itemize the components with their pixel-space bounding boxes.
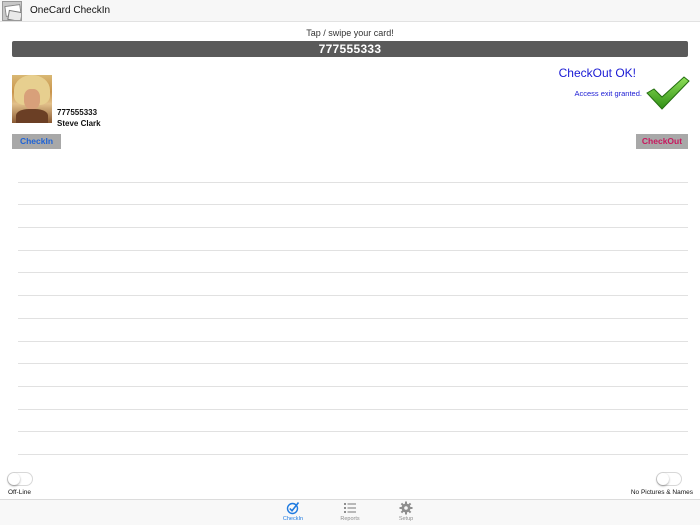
status-title: CheckOut OK! — [558, 66, 636, 80]
checkin-icon — [286, 502, 300, 515]
checkmark-icon — [646, 76, 690, 110]
person-name: Steve Clark — [57, 119, 101, 128]
list-item[interactable] — [18, 205, 688, 229]
tab-setup[interactable]: Setup — [386, 501, 426, 525]
list-item[interactable] — [18, 251, 688, 274]
offline-toggle[interactable] — [7, 472, 33, 486]
list-item[interactable] — [18, 319, 688, 342]
no-pictures-toggle[interactable] — [656, 472, 682, 486]
status-message: Access exit granted. — [574, 89, 642, 98]
checkin-button[interactable]: CheckIn — [12, 134, 61, 149]
list-item[interactable] — [18, 432, 688, 455]
tab-reports-label: Reports — [340, 516, 360, 522]
list-item[interactable] — [18, 228, 688, 251]
list-item[interactable] — [18, 364, 688, 387]
list-item[interactable] — [18, 160, 688, 183]
tab-bar: CheckIn Reports Setup — [0, 499, 700, 525]
app-logo-icon — [2, 0, 22, 21]
app-window: OneCard CheckIn Tap / swipe your card! 7… — [0, 0, 700, 525]
tab-reports[interactable]: Reports — [330, 501, 370, 525]
no-pictures-label: No Pictures & Names — [630, 489, 693, 496]
checkout-button[interactable]: CheckOut — [636, 134, 688, 149]
swipe-prompt: Tap / swipe your card! — [306, 28, 394, 38]
list-item[interactable] — [18, 410, 688, 433]
list-item[interactable] — [18, 342, 688, 365]
tab-setup-label: Setup — [398, 516, 414, 522]
person-id: 777555333 — [57, 108, 98, 117]
history-list[interactable] — [18, 160, 688, 455]
title-bar: OneCard CheckIn — [0, 0, 700, 22]
app-title: OneCard CheckIn — [30, 5, 111, 16]
tab-checkin[interactable]: CheckIn — [273, 501, 313, 525]
tab-checkin-label: CheckIn — [282, 516, 304, 522]
list-item[interactable] — [18, 183, 688, 206]
list-icon — [344, 503, 356, 513]
list-item[interactable] — [18, 296, 688, 319]
list-item[interactable] — [18, 273, 688, 297]
gear-icon — [399, 501, 413, 515]
card-number-display: 777555333 — [12, 41, 688, 57]
person-photo — [12, 75, 52, 123]
offline-label: Off-Line — [8, 489, 32, 496]
list-item[interactable] — [18, 387, 688, 410]
